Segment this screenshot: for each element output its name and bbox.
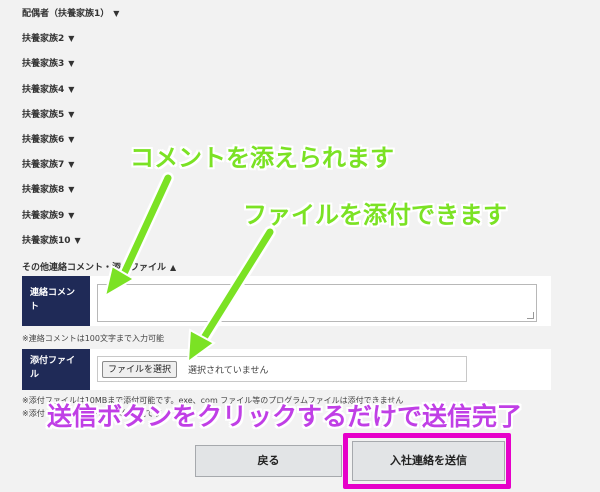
callout-file: ファイルを添付できます: [243, 201, 507, 229]
file-arrow: [198, 228, 274, 345]
callout-send: 送信ボタンをクリックするだけで送信完了: [47, 402, 523, 431]
callout-comment: コメントを添えられます: [130, 144, 394, 172]
comment-arrow: [118, 174, 172, 282]
